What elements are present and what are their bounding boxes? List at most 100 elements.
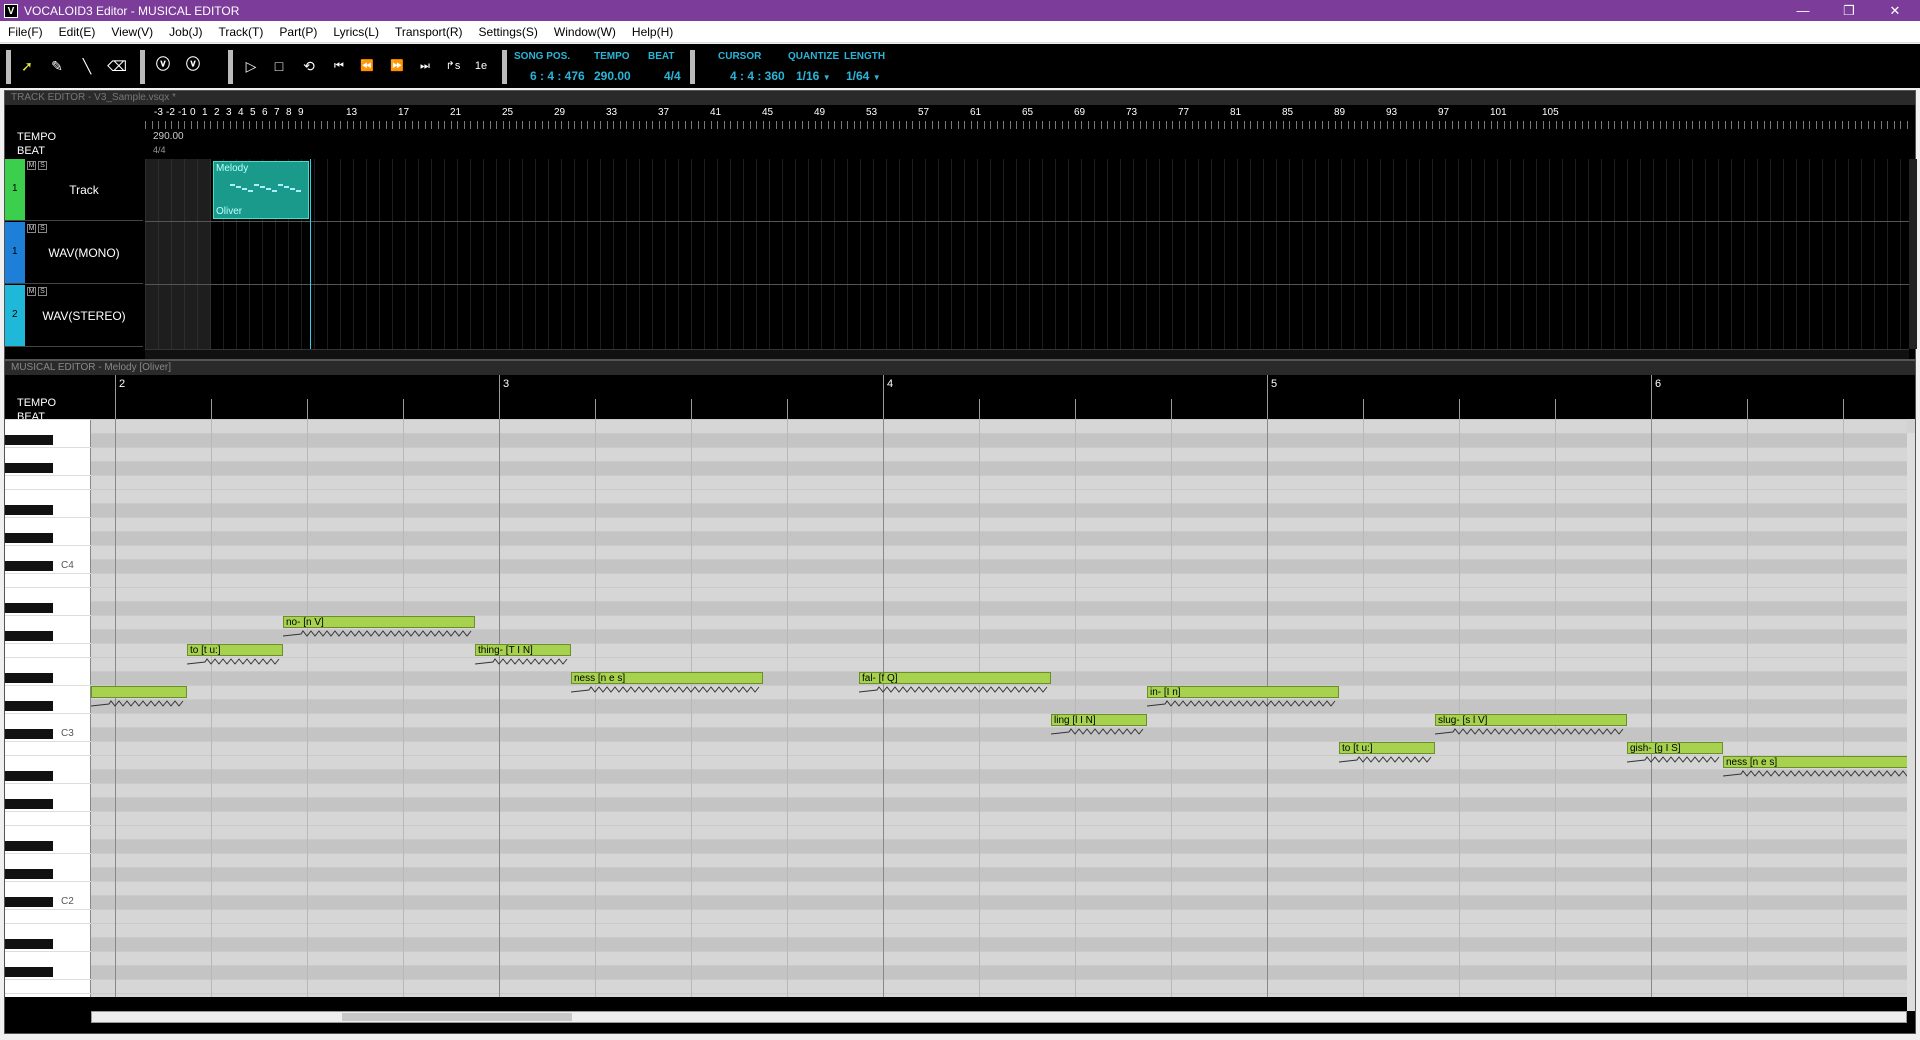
vibrato-curve <box>1051 728 1144 735</box>
loop-end-icon[interactable]: 1e <box>470 56 492 76</box>
piano-black-key[interactable] <box>5 673 53 683</box>
beat-line <box>1171 419 1172 997</box>
pencil-tool-icon[interactable]: ✎ <box>46 56 68 76</box>
menu-item[interactable]: View(V) <box>103 25 161 39</box>
track-row[interactable]: 1 M S WAV(MONO) <box>5 222 143 284</box>
vocaloid-render-icon[interactable]: ⓥ <box>180 54 206 74</box>
piano-black-key[interactable] <box>5 967 53 977</box>
length-select[interactable]: 1/64 ▼ <box>846 69 881 83</box>
play-icon[interactable]: ▷ <box>240 56 262 76</box>
piano-black-key[interactable] <box>5 505 53 515</box>
grid-line <box>1380 159 1381 349</box>
track-ruler[interactable]: -3 -2 -1 0 1 2 3 4 5 6 7 8 9 13 17 21 25 29 33 37 41 45 49 53 57… <box>145 105 1909 129</box>
solo-button[interactable]: S <box>38 161 47 170</box>
rewind-icon[interactable]: ⏪ <box>356 56 378 76</box>
ruler-tick <box>1289 121 1290 129</box>
mute-button[interactable]: M <box>27 161 36 170</box>
piano-black-key[interactable] <box>5 729 53 739</box>
piano-black-key[interactable] <box>5 869 53 879</box>
ruler-tick <box>1607 121 1609 129</box>
piano-black-key[interactable] <box>5 841 53 851</box>
menu-item[interactable]: Edit(E) <box>51 25 104 39</box>
vsqx-part[interactable]: Melody Oliver <box>213 161 309 219</box>
menu-item[interactable]: Part(P) <box>271 25 325 39</box>
grid-line <box>1250 159 1251 349</box>
piano-black-key[interactable] <box>5 533 53 543</box>
note[interactable]: ling [l I N] <box>1051 714 1147 726</box>
piano-roll[interactable]: C4 C3 C2 to [t u:] no- [n V] thing- [T I N] n… <box>5 419 1915 997</box>
menu-item[interactable]: Transport(R) <box>387 25 471 39</box>
track-h-scrollbar[interactable] <box>145 349 1909 359</box>
menu-item[interactable]: Window(W) <box>546 25 624 39</box>
beat-tick <box>307 399 308 419</box>
note[interactable]: fal- [f Q] <box>859 672 1051 684</box>
eraser-tool-icon[interactable]: ⌫ <box>106 56 128 76</box>
musical-h-scrollbar[interactable] <box>91 1011 1907 1023</box>
note[interactable]: ness [n e s] <box>571 672 763 684</box>
skip-end-icon[interactable]: ⏭ <box>414 56 436 76</box>
fast-forward-icon[interactable]: ⏩ <box>386 56 408 76</box>
ruler-tick <box>1308 121 1310 129</box>
musical-h-scroll-thumb[interactable] <box>342 1013 572 1021</box>
loop-start-icon[interactable]: ↱s <box>442 56 464 76</box>
note[interactable]: gish- [g I S] <box>1627 742 1723 754</box>
close-button[interactable]: ✕ <box>1872 0 1918 21</box>
measure-ruler[interactable]: 2 3 4 5 6 <box>91 375 1907 419</box>
piano-black-key[interactable] <box>5 463 53 473</box>
piano-black-key[interactable] <box>5 799 53 809</box>
note[interactable]: thing- [T I N] <box>475 644 571 656</box>
restore-button[interactable]: ❐ <box>1826 0 1872 21</box>
menu-item[interactable]: Lyrics(L) <box>325 25 387 39</box>
menu-item[interactable]: Job(J) <box>161 25 210 39</box>
ruler-tick <box>1380 121 1381 129</box>
piano-black-key[interactable] <box>5 701 53 711</box>
solo-button[interactable]: S <box>38 224 47 233</box>
grid-line <box>834 159 835 349</box>
ruler-tick <box>392 121 393 129</box>
minimize-button[interactable]: — <box>1780 0 1826 21</box>
solo-button[interactable]: S <box>38 287 47 296</box>
loop-icon[interactable]: ⟲ <box>298 56 320 76</box>
piano-black-key[interactable] <box>5 561 53 571</box>
arrow-tool-icon[interactable]: ➚ <box>16 56 38 76</box>
stop-icon[interactable]: □ <box>268 56 290 76</box>
note[interactable]: to [t u:] <box>1339 742 1435 754</box>
ruler-tick <box>437 121 439 129</box>
track-row[interactable]: 2 M S WAV(STEREO) <box>5 285 143 347</box>
note[interactable]: to [t u:] <box>187 644 283 656</box>
note[interactable]: ness [n e s] <box>1723 756 1915 768</box>
note[interactable]: in- [I n] <box>1147 686 1339 698</box>
musical-v-scrollbar[interactable] <box>1907 433 1915 1011</box>
piano-black-key[interactable] <box>5 939 53 949</box>
grid-line <box>665 159 666 349</box>
piano-black-key[interactable] <box>5 631 53 641</box>
menu-item[interactable]: Track(T) <box>211 25 272 39</box>
piano-black-key[interactable] <box>5 603 53 613</box>
menu-item[interactable]: File(F) <box>0 25 51 39</box>
track-row[interactable]: 1 M S Track <box>5 159 143 221</box>
note[interactable]: no- [n V] <box>283 616 475 628</box>
mute-button[interactable]: M <box>27 287 36 296</box>
track-timeline[interactable]: Melody Oliver <box>145 159 1909 349</box>
track-v-scrollbar[interactable] <box>1909 159 1917 349</box>
note-grid[interactable]: to [t u:] no- [n V] thing- [T I N] ness [n … <box>91 419 1915 997</box>
piano-black-key[interactable] <box>5 435 53 445</box>
ruler-tick <box>561 121 562 129</box>
mute-button[interactable]: M <box>27 224 36 233</box>
note[interactable]: slug- [s l V] <box>1435 714 1627 726</box>
piano-keyboard[interactable]: C4 C3 C2 <box>5 419 91 997</box>
menu-item[interactable]: Settings(S) <box>471 25 546 39</box>
line-tool-icon[interactable]: ╲ <box>76 56 98 76</box>
octave-label: C4 <box>61 560 74 571</box>
skip-start-icon[interactable]: ⏮ <box>328 56 350 76</box>
quantize-select[interactable]: 1/16 ▼ <box>796 69 831 83</box>
piano-black-key[interactable] <box>5 897 53 907</box>
vocaloid-job-icon[interactable]: ⓥ <box>150 54 176 74</box>
piano-black-key[interactable] <box>5 771 53 781</box>
pitch-row <box>91 783 1907 797</box>
ruler-tick <box>1529 121 1531 129</box>
ruler-tick <box>1354 121 1355 129</box>
ruler-tick <box>1627 121 1628 129</box>
note[interactable] <box>91 686 187 698</box>
menu-item[interactable]: Help(H) <box>624 25 681 39</box>
